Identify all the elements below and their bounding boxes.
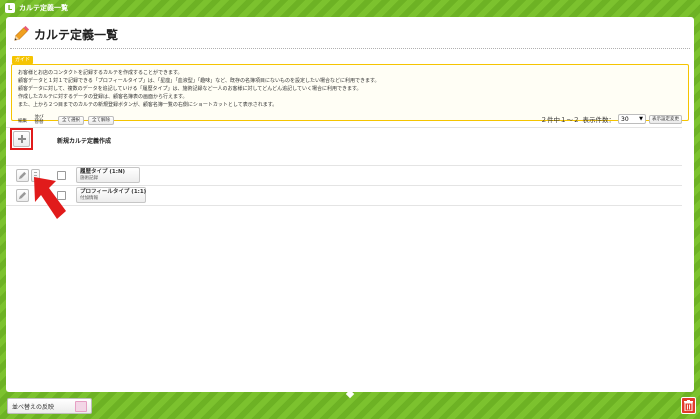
edit-button[interactable] (16, 189, 29, 202)
new-definition-label: 新規カルテ定義作成 (57, 138, 112, 145)
chart-type-sub: 付加情報 (80, 196, 98, 201)
paging-controls: ２件中１～２ 表示件数： 30 ▼ 表示設定変更 (540, 113, 682, 125)
page-size-value: 30 (621, 115, 629, 123)
guide-tag: ガイド (12, 56, 34, 64)
page-title: カルテ定義一覧 (34, 27, 119, 42)
window-titlebar: L カルテ定義一覧 (0, 0, 700, 15)
sort-icon (75, 400, 87, 412)
col-header-edit: 編集 (18, 119, 27, 124)
chart-type-sub: 施術記録 (80, 176, 98, 181)
apply-sort-label: 並べ替えの反映 (12, 403, 55, 411)
row-divider (6, 205, 682, 206)
pencil-icon (14, 25, 30, 41)
chart-definition-item[interactable]: 履歴タイプ (1:N) 施術記録 (76, 167, 140, 183)
page-size-label: 表示件数： (582, 116, 616, 124)
select-all-button[interactable]: 全て選択 (58, 116, 84, 125)
app-icon: L (5, 2, 15, 13)
page-header: カルテ定義一覧 (12, 23, 118, 45)
chevron-down-icon: ▼ (639, 116, 643, 122)
page-size-select[interactable]: 30 ▼ (618, 114, 646, 124)
guide-line: お客様とお店のコンタクトを記録するカルテを作成することができます。 (18, 70, 183, 76)
window-title: カルテ定義一覧 (19, 3, 68, 12)
col-header-sort: 並び替替 (34, 115, 44, 125)
row-divider (6, 165, 682, 166)
edit-button[interactable] (16, 169, 29, 182)
guide-line: 顧客データと１対１で記録できる「プロフィールタイプ」は、「星座」「血液型」「趣味… (18, 78, 380, 84)
paging-range: ２件中１～２ (540, 116, 580, 124)
pencil-icon (18, 191, 27, 200)
deselect-all-button[interactable]: 全て解除 (88, 116, 114, 125)
chart-definition-item[interactable]: プロフィールタイプ (1:1) 付加情報 (76, 187, 146, 203)
header-divider (10, 48, 690, 49)
display-setting-button[interactable]: 表示設定変更 (649, 114, 682, 124)
guide-line: また、上から２つ目までのカルテの新規登録ボタンが、顧客名簿一覧の右側にショートカ… (18, 102, 278, 108)
list-toolbar: 編集 並び替替 全て選択 全て解除 ２件中１～２ 表示件数： 30 ▼ 表示設定… (6, 113, 682, 125)
chart-type-name: 履歴タイプ (1:N) (80, 169, 126, 175)
chart-type-name: プロフィールタイプ (1:1) (80, 189, 147, 195)
row-divider (6, 127, 682, 128)
pencil-icon (18, 171, 27, 180)
row-divider (6, 185, 682, 186)
guide-line: 作成したカルテに対するデータの登録は、顧客名簿表の画面から行えます。 (18, 94, 188, 100)
delete-button[interactable] (681, 397, 696, 414)
highlight-frame (10, 128, 33, 150)
guide-line: 顧客データに対して、複数のデータを追記していける「履歴タイプ」は、施術記録など一… (18, 86, 362, 92)
apply-sort-button[interactable]: 並べ替えの反映 (7, 398, 92, 414)
footer-bar: 並べ替えの反映 (0, 389, 700, 419)
red-arrow-icon (34, 177, 66, 219)
trash-icon (684, 400, 693, 411)
